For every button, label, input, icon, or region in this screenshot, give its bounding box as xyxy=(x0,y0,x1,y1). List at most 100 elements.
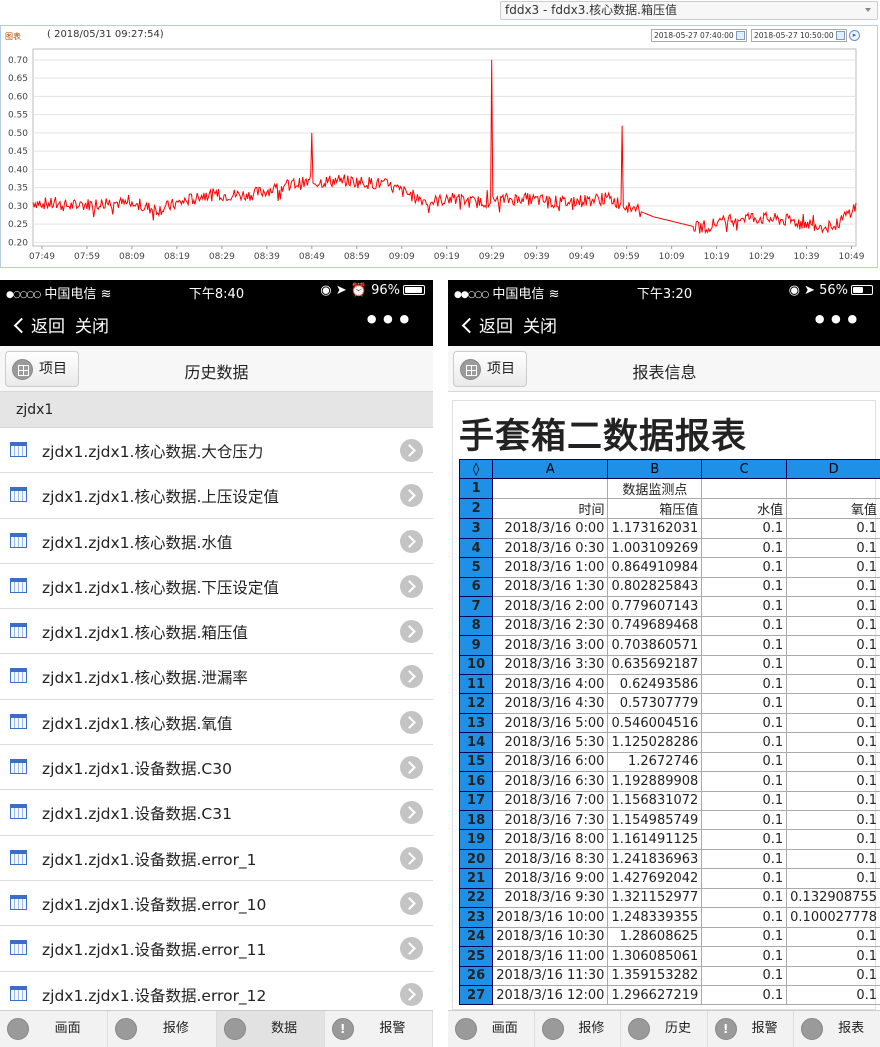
row-number: 4 xyxy=(458,537,494,559)
chevron-right-icon[interactable] xyxy=(400,891,423,915)
table-cell: 2018/3/16 8:30 xyxy=(492,848,609,870)
row-number: 21 xyxy=(458,868,494,889)
report-screen: ●●○○○ 中国电信 ≋ 下午3:20 ◉ ➤ 56% 返回 关闭 ••• 项目 … xyxy=(448,280,880,1047)
table-row: 2 时间 箱压值 水值 氧值 xyxy=(458,498,880,520)
tab-3[interactable]: 报警 xyxy=(708,1011,795,1047)
table-cell: 1.306085061 xyxy=(607,946,703,967)
table-cell: 2018/3/16 7:00 xyxy=(492,790,609,812)
x-tick-label: 10:49 xyxy=(839,252,865,262)
table-cell: 0.1 xyxy=(701,946,788,967)
table-cell: 2018/3/16 10:30 xyxy=(492,926,609,948)
chevron-right-icon[interactable] xyxy=(400,846,423,870)
table-row: 10 2018/3/16 3:30 0.635692187 0.1 0.1 xyxy=(458,654,880,675)
back-button[interactable]: 返回 关闭 xyxy=(12,312,109,337)
list-item[interactable]: zjdx1.zjdx1.核心数据.箱压值 xyxy=(0,609,433,655)
close-button[interactable]: 关闭 xyxy=(75,317,109,337)
chevron-right-icon[interactable] xyxy=(400,710,423,734)
table-cell: 0.1 xyxy=(786,596,880,617)
more-button[interactable]: ••• xyxy=(812,306,861,334)
table-cell: 2018/3/16 1:30 xyxy=(492,576,609,598)
table-cell: 2018/3/16 4:30 xyxy=(492,693,609,714)
tab-1[interactable]: 报修 xyxy=(108,1011,217,1047)
list-item[interactable]: zjdx1.zjdx1.设备数据.error_1 xyxy=(0,835,433,881)
table-icon xyxy=(10,487,27,503)
back-button[interactable]: 返回 关闭 xyxy=(460,312,557,337)
table-row: 25 2018/3/16 11:00 1.306085061 0.1 0.1 xyxy=(458,946,880,967)
table-cell: 0.1 xyxy=(786,965,880,986)
lock-rotation-icon: ◉ xyxy=(320,283,332,298)
table-cell: 2018/3/16 7:30 xyxy=(492,809,609,831)
table-icon xyxy=(10,532,27,548)
tab-1[interactable]: 报修 xyxy=(535,1011,622,1047)
table-cell: 0.802825843 xyxy=(607,576,703,598)
table-cell: 1.125028286 xyxy=(607,732,703,753)
list-item-label: zjdx1.zjdx1.核心数据.水值 xyxy=(42,533,233,552)
list-item[interactable]: zjdx1.zjdx1.核心数据.水值 xyxy=(0,518,433,564)
back-label: 返回 xyxy=(479,317,513,337)
list-item[interactable]: zjdx1.zjdx1.核心数据.氧值 xyxy=(0,699,433,746)
list-item[interactable]: zjdx1.zjdx1.设备数据.error_11 xyxy=(0,926,433,972)
table-cell: 1.427692042 xyxy=(607,868,703,889)
column-header: D xyxy=(786,458,880,480)
list-item[interactable]: zjdx1.zjdx1.设备数据.C31 xyxy=(0,790,433,836)
table-cell: 0.1 xyxy=(701,654,788,675)
list-item[interactable]: zjdx1.zjdx1.核心数据.上压设定值 xyxy=(0,473,433,519)
table-icon xyxy=(10,849,27,865)
tab-label: 画面 xyxy=(54,1021,81,1036)
tab-0[interactable]: 画面 xyxy=(0,1011,109,1047)
chevron-right-icon[interactable] xyxy=(400,982,423,1006)
list-item[interactable]: zjdx1.zjdx1.核心数据.泄漏率 xyxy=(0,654,433,700)
table-cell: 0.1 xyxy=(786,712,880,734)
calendar-icon xyxy=(223,1018,246,1040)
row-number: 24 xyxy=(458,926,494,948)
report-viewer[interactable]: 手套箱二数据报表 ◊ A B C D 1 数据监测点 2 时间 箱压值 水值 氧值 3 2018/3/16… xyxy=(448,392,880,1010)
table-cell: 1.154985749 xyxy=(607,809,703,831)
chevron-right-icon[interactable] xyxy=(400,620,423,644)
tab-2[interactable]: 数据 xyxy=(216,1011,325,1047)
x-tick-label: 10:39 xyxy=(794,252,820,262)
chevron-right-icon[interactable] xyxy=(400,756,423,780)
chevron-right-icon[interactable] xyxy=(400,937,423,961)
tab-bar: 画面 报修 数据 报警 xyxy=(0,1010,433,1047)
table-cell: 0.635692187 xyxy=(607,654,703,675)
list-item[interactable]: zjdx1.zjdx1.核心数据.下压设定值 xyxy=(0,563,433,610)
chevron-right-icon[interactable] xyxy=(400,574,423,598)
corner-cell: ◊ xyxy=(458,458,494,480)
list-item-label: zjdx1.zjdx1.核心数据.泄漏率 xyxy=(42,669,248,688)
table-cell: 0.703860571 xyxy=(607,635,703,656)
chevron-right-icon[interactable] xyxy=(400,665,423,689)
table-cell: 2018/3/16 9:00 xyxy=(492,868,609,889)
list-item[interactable]: zjdx1.zjdx1.设备数据.C30 xyxy=(0,745,433,791)
y-tick-label: 0.60 xyxy=(8,92,28,102)
calendar-icon xyxy=(628,1018,651,1040)
chevron-right-icon[interactable] xyxy=(400,529,423,553)
x-tick-label: 09:49 xyxy=(569,252,595,262)
table-row: 26 2018/3/16 11:30 1.359153282 0.1 0.1 xyxy=(458,965,880,986)
table-row: 15 2018/3/16 6:00 1.2672746 0.1 0.1 xyxy=(458,751,880,773)
tab-0[interactable]: 画面 xyxy=(448,1011,535,1047)
x-tick-label: 08:29 xyxy=(209,252,235,262)
grid-icon xyxy=(455,1018,477,1040)
column-header: B xyxy=(607,458,703,480)
tab-2[interactable]: 历史 xyxy=(621,1011,708,1047)
table-icon xyxy=(10,985,27,1001)
lock-rotation-icon: ◉ xyxy=(788,283,800,298)
table-row: 13 2018/3/16 5:00 0.546004516 0.1 0.1 xyxy=(458,712,880,734)
table-row: 19 2018/3/16 8:00 1.161491125 0.1 0.1 xyxy=(458,829,880,850)
list-item[interactable]: zjdx1.zjdx1.核心数据.大仓压力 xyxy=(0,428,433,474)
y-tick-label: 0.35 xyxy=(8,184,28,194)
row-number: 19 xyxy=(458,829,494,850)
chevron-right-icon[interactable] xyxy=(400,484,423,508)
table-icon xyxy=(10,713,27,729)
close-button[interactable]: 关闭 xyxy=(523,317,557,337)
page-title: 历史数据 xyxy=(184,363,249,382)
list-item[interactable]: zjdx1.zjdx1.设备数据.error_10 xyxy=(0,880,433,927)
table-cell: 2018/3/16 0:30 xyxy=(492,537,609,559)
tab-3[interactable]: 报警 xyxy=(325,1011,433,1047)
list-item-label: zjdx1.zjdx1.核心数据.下压设定值 xyxy=(42,578,279,597)
y-tick-label: 0.30 xyxy=(8,202,28,212)
chevron-right-icon[interactable] xyxy=(400,439,423,462)
chevron-right-icon[interactable] xyxy=(400,801,423,825)
tab-4[interactable]: 报表 xyxy=(794,1011,880,1047)
more-button[interactable]: ••• xyxy=(364,306,413,334)
